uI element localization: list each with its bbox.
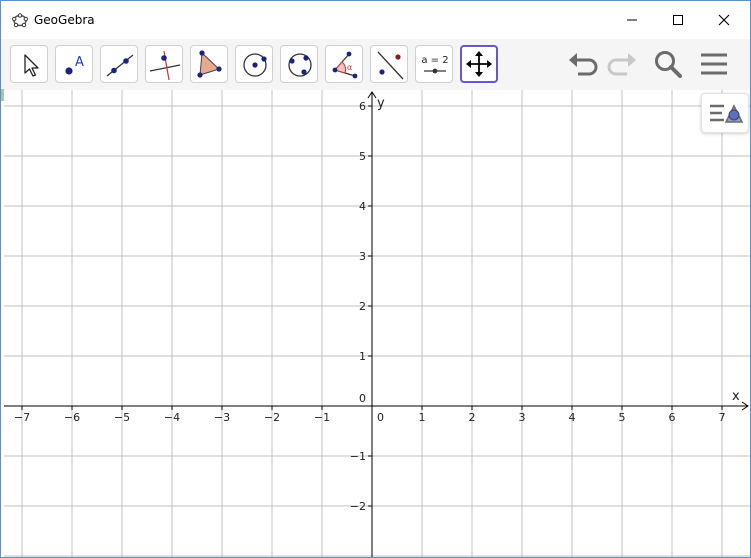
x-tick-label: 2 <box>469 411 476 424</box>
minimize-icon <box>627 19 637 21</box>
x-axis-label: x <box>732 389 740 404</box>
arrow-cursor-icon <box>24 54 39 77</box>
circle-three-points-tool-button[interactable] <box>280 45 318 83</box>
move-arrows-icon <box>466 51 492 77</box>
perpendicular-line-tool-button[interactable] <box>145 45 183 83</box>
search-icon <box>655 51 682 78</box>
geogebra-logo-icon <box>12 13 28 28</box>
line-tool-button[interactable] <box>100 45 138 83</box>
window-title: GeoGebra <box>34 13 95 27</box>
y-tick-label: 6 <box>359 100 366 113</box>
toolbar: A α a = 2 <box>1 39 750 90</box>
algebra-view-edge <box>1 89 4 101</box>
y-tick-label: 2 <box>359 300 366 313</box>
y-tick-label: 4 <box>359 200 366 213</box>
close-button[interactable] <box>701 1 747 39</box>
y-tick-label: −1 <box>350 450 366 463</box>
slider-icon: a = 2 <box>421 55 449 74</box>
slider-tool-label: a = 2 <box>421 55 448 66</box>
main-menu-button[interactable] <box>695 45 735 83</box>
polygon-tool-button[interactable] <box>190 45 228 83</box>
x-tick-label: −3 <box>214 411 230 424</box>
search-button[interactable] <box>648 45 688 83</box>
y-tick-label: 5 <box>359 150 366 163</box>
geogebra-window: GeoGebra A α a = 2 x y −7 −6 −5 −4 −3 −2… <box>0 0 751 558</box>
x-tick-label: 4 <box>569 411 576 424</box>
x-tick-label: −6 <box>64 411 80 424</box>
x-tick-label: −2 <box>264 411 280 424</box>
undo-icon <box>569 53 598 76</box>
y-tick-label: 1 <box>359 350 366 363</box>
reflect-line-icon <box>377 51 404 80</box>
x-tick-label: 5 <box>619 411 626 424</box>
y-origin-label: 0 <box>359 392 366 405</box>
x-tick-label: −7 <box>14 411 30 424</box>
point-tool-button[interactable]: A <box>55 45 93 83</box>
graphics-style-bar-toggle[interactable] <box>701 93 749 133</box>
redo-icon <box>607 53 636 76</box>
point-a-icon: A <box>65 55 84 75</box>
line-through-points-icon <box>106 54 134 77</box>
maximize-icon <box>673 15 683 25</box>
circle-center-point-tool-button[interactable] <box>235 45 273 83</box>
minimize-button[interactable] <box>609 1 655 39</box>
close-icon <box>718 14 730 26</box>
y-axis-label: y <box>377 96 385 111</box>
x-tick-label: −5 <box>114 411 130 424</box>
angle-tool-button[interactable]: α <box>325 45 363 83</box>
x-tick-label: 3 <box>519 411 526 424</box>
circle-three-points-icon <box>288 53 312 77</box>
y-tick-label: 3 <box>359 250 366 263</box>
x-tick-label: 6 <box>669 411 676 424</box>
title-bar: GeoGebra <box>1 1 750 39</box>
coordinate-plane[interactable]: x y −7 −6 −5 −4 −3 −2 −1 0 1 2 3 4 5 6 7 6 5 4 3 2 1 0 −1 −2 <box>4 90 750 557</box>
menu-icon <box>701 53 727 75</box>
svg-text:A: A <box>75 55 84 70</box>
y-tick-label: −2 <box>350 500 366 513</box>
undo-button[interactable] <box>564 45 604 83</box>
slider-tool-button[interactable]: a = 2 <box>415 45 453 83</box>
reflect-about-line-tool-button[interactable] <box>370 45 408 83</box>
x-tick-label: −1 <box>314 411 330 424</box>
x-tick-label: 0 <box>377 411 384 424</box>
x-tick-label: 7 <box>719 411 726 424</box>
angle-icon: α <box>332 51 358 79</box>
graphics-view[interactable]: x y −7 −6 −5 −4 −3 −2 −1 0 1 2 3 4 5 6 7 6 5 4 3 2 1 0 −1 −2 <box>4 90 750 557</box>
redo-button[interactable] <box>601 45 641 83</box>
move-tool-button[interactable] <box>10 45 48 83</box>
svg-text:α: α <box>347 63 353 72</box>
polygon-icon <box>197 50 222 78</box>
perpendicular-line-icon <box>149 50 181 81</box>
circle-center-point-icon <box>243 53 267 77</box>
x-tick-label: 1 <box>419 411 426 424</box>
x-tick-label: −4 <box>164 411 180 424</box>
graphics-style-bar-icon <box>710 104 744 123</box>
maximize-button[interactable] <box>655 1 701 39</box>
move-graphics-view-tool-button[interactable] <box>460 45 498 83</box>
